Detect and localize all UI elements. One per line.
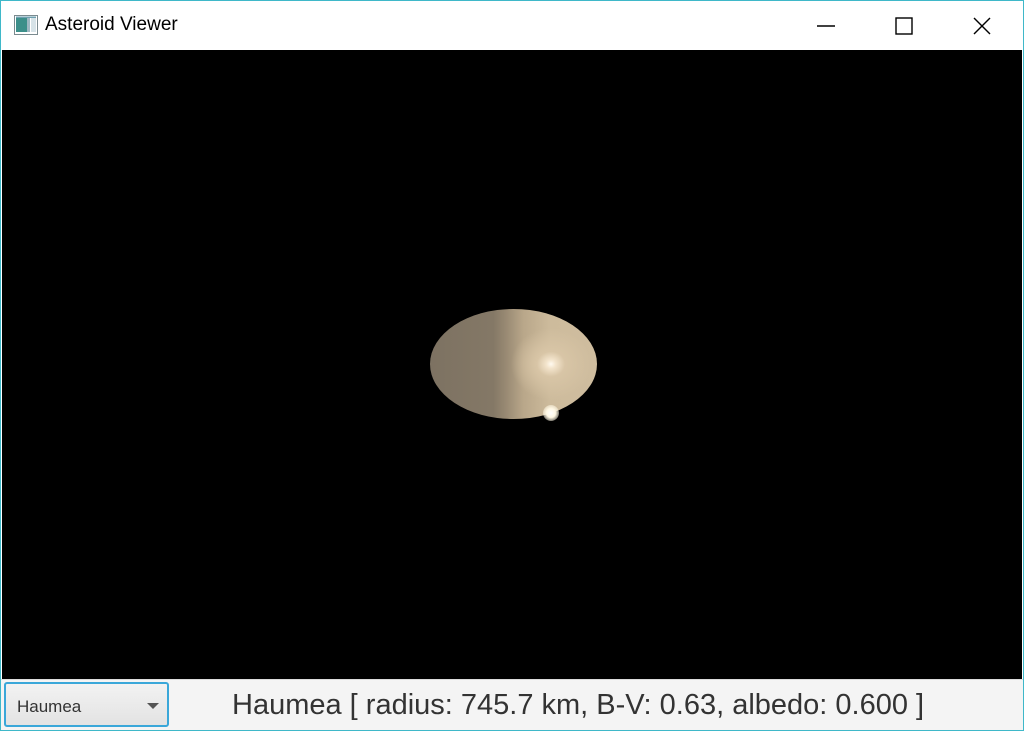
minimize-button[interactable] (787, 1, 865, 50)
chevron-down-icon[interactable] (147, 703, 159, 709)
asteroid-select[interactable]: Haumea (4, 682, 169, 727)
asteroid-info-label: Haumea [ radius: 745.7 km, B-V: 0.63, al… (232, 689, 925, 721)
asteroid-select-value: Haumea (17, 697, 82, 716)
close-icon (973, 17, 991, 34)
specular-highlight (543, 405, 559, 421)
app-window: Asteroid Viewer Haumea Haumea [ radius: (0, 0, 1024, 731)
3d-viewport[interactable] (2, 50, 1022, 679)
bottom-toolbar: Haumea Haumea [ radius: 745.7 km, B-V: 0… (1, 679, 1023, 730)
asteroid-model[interactable] (430, 309, 597, 419)
maximize-button[interactable] (865, 1, 943, 50)
app-window-icon (14, 15, 38, 35)
title-bar[interactable]: Asteroid Viewer (1, 1, 1023, 50)
maximize-icon (895, 16, 913, 35)
close-button[interactable] (943, 1, 1021, 50)
minimize-icon (817, 24, 835, 27)
window-title: Asteroid Viewer (45, 14, 178, 35)
